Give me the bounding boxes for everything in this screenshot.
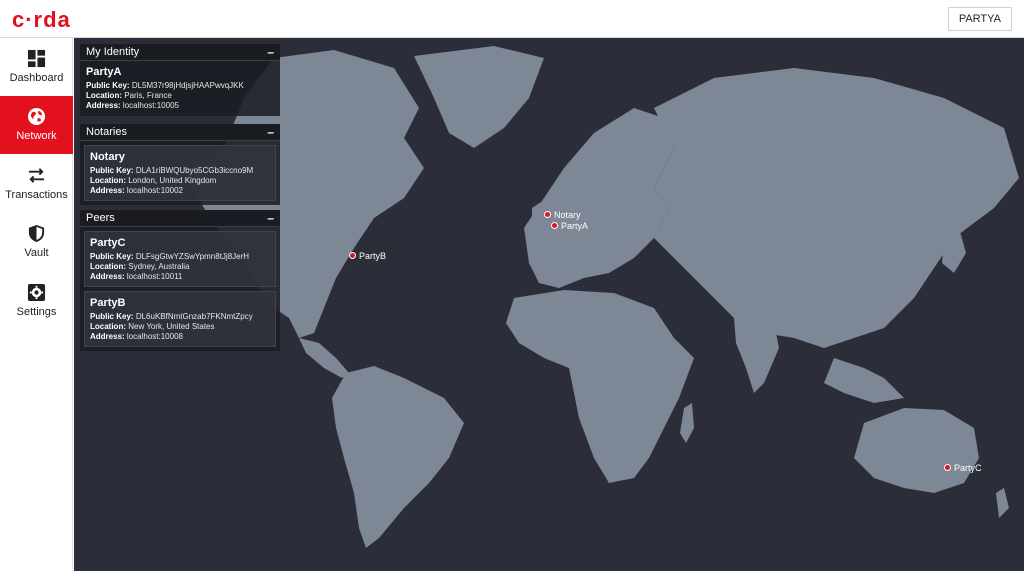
- panel-title: My Identity: [86, 46, 140, 58]
- node-name: Notary: [90, 151, 125, 163]
- public-key-row: Public Key: DLFsgGtwYZSwYpmn8tJj8JerH: [90, 252, 250, 261]
- node-card[interactable]: PartyC Public Key: DLFsgGtwYZSwYpmn8tJj8…: [84, 231, 276, 287]
- map-marker-partya[interactable]: [551, 222, 558, 229]
- panel-header: Peers –: [80, 210, 280, 227]
- address-row: Address: localhost:10002: [90, 186, 183, 195]
- map-marker-label: PartyA: [561, 221, 589, 231]
- location-row: Location: Paris, France: [86, 91, 172, 100]
- node-name: PartyB: [90, 297, 126, 309]
- node-card[interactable]: PartyA Public Key: DL5M37r98jHdjsjHAAPwv…: [80, 61, 280, 116]
- map-marker-partyb[interactable]: [349, 252, 356, 259]
- map-marker-partyc[interactable]: [944, 464, 951, 471]
- panel-header: My Identity –: [80, 44, 280, 61]
- map-marker-label: PartyC: [954, 463, 982, 473]
- landmass-greenland: [414, 46, 544, 148]
- sidebar: Dashboard Network Transactions Vault Set…: [0, 38, 73, 571]
- transfer-arrows-icon: [28, 168, 45, 183]
- panel-header: Notaries –: [80, 124, 280, 141]
- sidebar-item-network[interactable]: Network: [0, 96, 73, 154]
- map-marker-label: Notary: [554, 210, 581, 220]
- corda-logo[interactable]: c·rda: [12, 8, 71, 32]
- landmass-europe: [524, 108, 674, 288]
- notaries-panel: Notaries – Notary Public Key: DLA1riBWQU…: [80, 124, 280, 205]
- node-card[interactable]: PartyB Public Key: DL6uKBfNmtGnzab7FKNmt…: [84, 291, 276, 347]
- public-key-row: Public Key: DL6uKBfNmtGnzab7FKNmtZpcy: [90, 312, 253, 321]
- public-key-row: Public Key: DL5M37r98jHdjsjHAAPwvqJKK: [86, 81, 244, 90]
- collapse-button[interactable]: –: [267, 210, 274, 227]
- node-card[interactable]: Notary Public Key: DLA1riBWQUbyo5CGb3icc…: [84, 145, 276, 201]
- landmass-india: [734, 318, 779, 393]
- gear-icon: [27, 283, 46, 302]
- my-identity-panel: My Identity – PartyA Public Key: DL5M37r…: [80, 44, 280, 116]
- panel-title: Notaries: [86, 126, 127, 138]
- network-map[interactable]: Notary PartyA PartyB PartyC My Identity …: [74, 38, 1024, 571]
- landmass-madagascar: [680, 403, 694, 443]
- node-name: PartyA: [86, 66, 122, 78]
- panel-title: Peers: [86, 212, 115, 224]
- sidebar-item-label: Network: [16, 130, 57, 142]
- address-row: Address: localhost:10008: [90, 332, 183, 341]
- map-marker-notary[interactable]: [544, 211, 551, 218]
- sidebar-item-transactions[interactable]: Transactions: [0, 155, 73, 213]
- landmass-africa: [506, 290, 694, 483]
- landmass-new-zealand: [996, 488, 1009, 518]
- top-bar: c·rda PARTYA: [0, 0, 1024, 38]
- address-row: Address: localhost:10005: [86, 101, 179, 110]
- peers-panel: Peers – PartyC Public Key: DLFsgGtwYZSwY…: [80, 210, 280, 351]
- sidebar-item-label: Transactions: [5, 189, 68, 201]
- user-menu-button[interactable]: PARTYA: [947, 7, 1012, 31]
- sidebar-item-dashboard[interactable]: Dashboard: [0, 38, 73, 96]
- sidebar-item-vault[interactable]: Vault: [0, 213, 73, 271]
- landmass-southeast-asia: [824, 358, 904, 403]
- location-row: Location: London, United Kingdom: [90, 176, 217, 185]
- node-name: PartyC: [90, 237, 126, 249]
- location-row: Location: New York, United States: [90, 322, 215, 331]
- address-row: Address: localhost:10011: [90, 272, 183, 281]
- landmass-australia: [854, 408, 979, 493]
- landmass-asia: [654, 68, 1019, 348]
- location-row: Location: Sydney, Australia: [90, 262, 190, 271]
- collapse-button[interactable]: –: [267, 124, 274, 141]
- sidebar-item-label: Settings: [16, 306, 57, 318]
- map-marker-label: PartyB: [359, 251, 387, 261]
- collapse-button[interactable]: –: [267, 44, 274, 61]
- shield-icon: [28, 224, 45, 243]
- globe-icon: [27, 107, 46, 126]
- sidebar-item-label: Vault: [24, 247, 49, 259]
- sidebar-item-settings[interactable]: Settings: [0, 272, 73, 330]
- public-key-row: Public Key: DLA1riBWQUbyo5CGb3iccno9M: [90, 166, 254, 175]
- landmass-central-america: [299, 338, 349, 378]
- landmass-south-america: [332, 366, 464, 548]
- sidebar-item-label: Dashboard: [9, 72, 64, 84]
- dashboard-icon: [27, 49, 46, 68]
